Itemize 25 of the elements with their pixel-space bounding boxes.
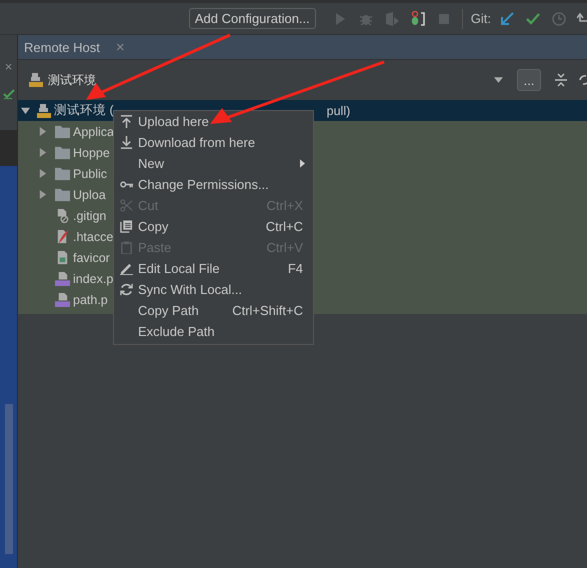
git-label: Git:: [470, 11, 491, 26]
file-name: Hoppe: [73, 146, 110, 160]
shortcut: Ctrl+Shift+C: [232, 303, 303, 318]
file-name: path.p: [73, 292, 108, 306]
root-label-tail: pull): [326, 104, 350, 118]
file-name: index.p: [73, 272, 114, 286]
menu-item-label: Download from here: [138, 135, 256, 150]
file-name: Public: [73, 166, 108, 180]
menu-item-label: Upload here: [138, 114, 210, 129]
root-label: 测试环境 (: [54, 102, 114, 119]
menu-item-label: Sync With Local...: [138, 282, 244, 297]
menu-item-label: Copy Path: [138, 303, 200, 318]
menu-item-label: New: [138, 156, 166, 171]
menu-item-label: Exclude Path: [138, 324, 216, 339]
tab-title: Remote Host: [24, 40, 100, 54]
menu-item-label: Edit Local File: [138, 261, 221, 276]
shortcut: F4: [288, 261, 303, 276]
shortcut: Ctrl+C: [266, 219, 303, 234]
file-name: Applica: [73, 124, 114, 138]
file-name: favicor: [73, 250, 110, 264]
file-name: .htacce: [73, 230, 114, 244]
file-name: Uploa: [73, 188, 106, 202]
file-name: .gitign: [73, 208, 106, 222]
menu-item-label: Change Permissions...: [138, 177, 270, 192]
menu-item-label: Copy: [138, 219, 170, 234]
